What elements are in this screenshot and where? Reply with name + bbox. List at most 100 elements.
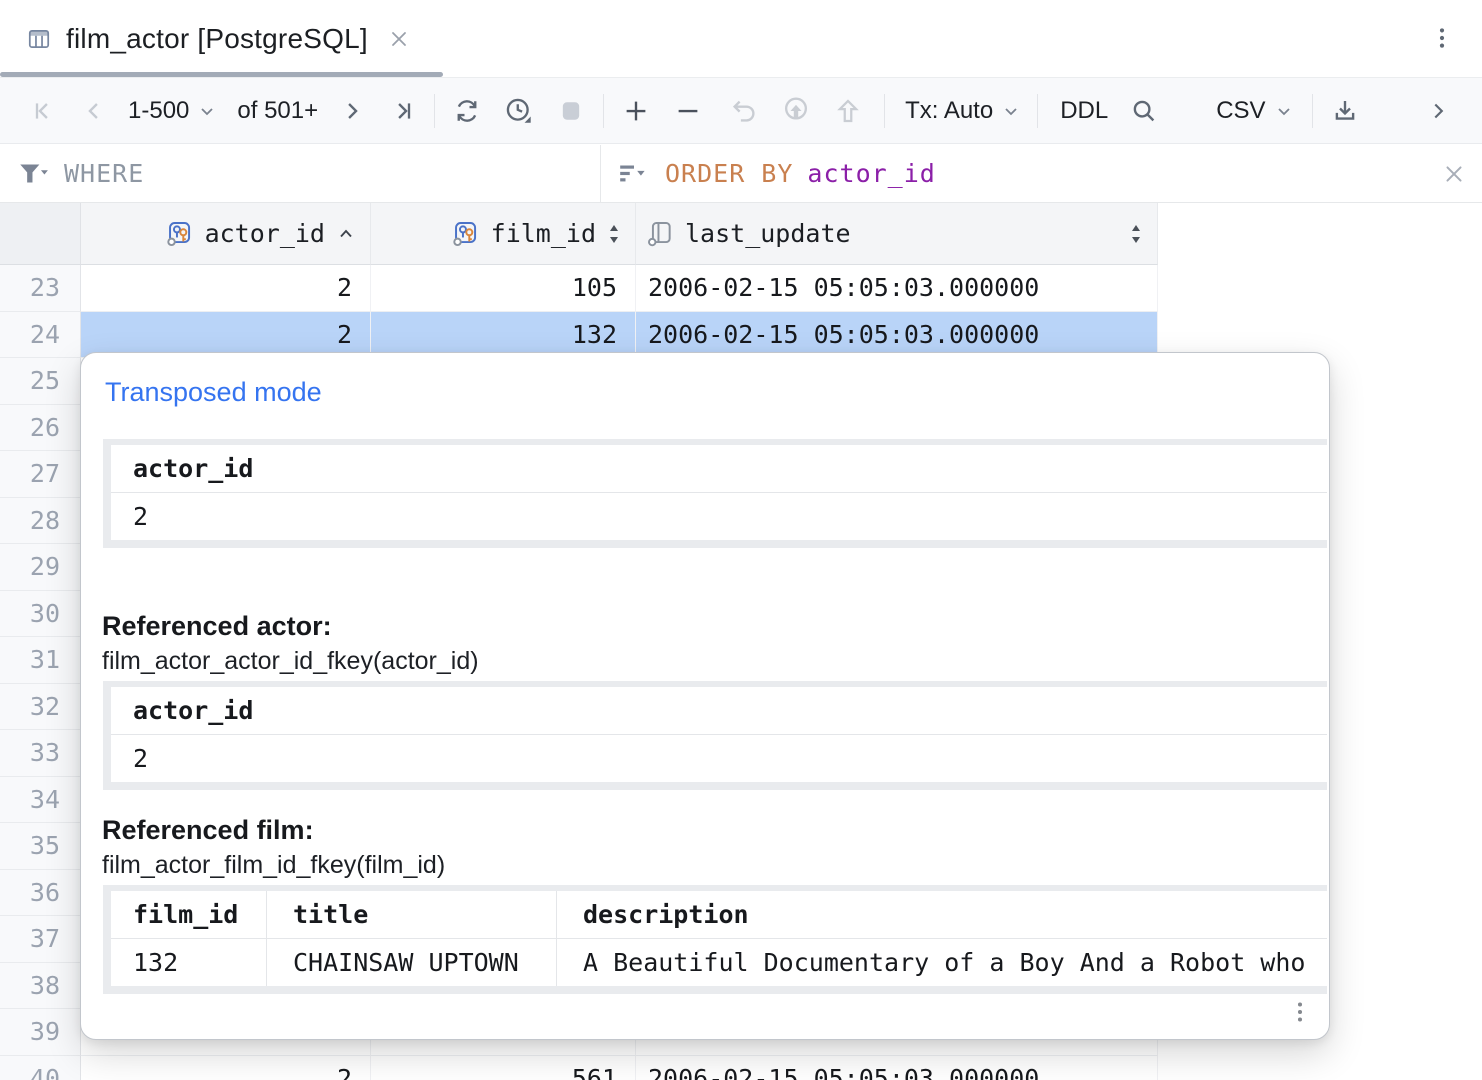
column-header-film-id[interactable]: film_id <box>371 203 636 265</box>
cell-film_id[interactable]: 561 <box>371 1056 636 1080</box>
referenced-actor-table: actor_id 2 <box>103 681 1327 790</box>
page-range-label: 1-500 <box>128 97 189 125</box>
row-number[interactable]: 34 <box>0 777 81 824</box>
toolbar-overflow-chevron-icon[interactable] <box>1418 91 1458 131</box>
record-preview-popup: Transposed mode actor_id 2 Referenced ac… <box>80 352 1330 1040</box>
referenced-actor-fkey: film_actor_actor_id_fkey(actor_id) <box>102 647 479 676</box>
popup-menu-kebab-icon[interactable] <box>1287 997 1313 1027</box>
referenced-film-title: Referenced film: <box>102 815 314 846</box>
tab-options-kebab-icon[interactable] <box>1428 24 1456 52</box>
stop-icon <box>551 91 591 131</box>
row-number[interactable]: 31 <box>0 637 81 684</box>
sort-lines-icon[interactable] <box>617 160 651 188</box>
gutter-header[interactable] <box>0 203 81 265</box>
toolbar-separator <box>884 94 885 128</box>
cell-last_update[interactable]: 2006-02-15 05:05:03.000000 <box>636 265 1158 312</box>
current-row-table: actor_id 2 <box>103 439 1327 548</box>
grid-toolbar: 1-500 of 501+ <box>0 78 1482 144</box>
transposed-mode-link[interactable]: Transposed mode <box>105 377 322 408</box>
order-by-input[interactable]: ORDER BY actor_id <box>601 145 1482 202</box>
toolbar-separator <box>1037 94 1038 128</box>
filter-funnel-icon[interactable] <box>16 160 50 188</box>
toolbar-separator <box>434 94 435 128</box>
chevron-down-icon <box>1274 101 1294 121</box>
row-number[interactable]: 30 <box>0 591 81 638</box>
sort-ascending-icon <box>334 222 358 246</box>
commit-up-arrow-icon <box>828 91 868 131</box>
refresh-icon[interactable] <box>447 91 487 131</box>
mini-column-header: actor_id <box>111 445 1327 492</box>
row-number[interactable]: 28 <box>0 498 81 545</box>
mini-cell-value[interactable]: 2 <box>111 493 1327 540</box>
cell-film_id[interactable]: 105 <box>371 265 636 312</box>
toolbar-separator <box>603 94 604 128</box>
download-icon[interactable] <box>1325 91 1365 131</box>
total-rows-label[interactable]: of 501+ <box>237 97 318 125</box>
row-number[interactable]: 26 <box>0 405 81 452</box>
mini-cell-value[interactable]: CHAINSAW UPTOWN <box>267 939 557 986</box>
last-page-icon[interactable] <box>382 91 422 131</box>
datagrip-data-editor: film_actor [PostgreSQL] 1-500 of 501+ <box>0 0 1482 1080</box>
where-placeholder: WHERE <box>64 159 144 188</box>
row-number[interactable]: 32 <box>0 684 81 731</box>
mini-column-header: title <box>267 891 557 938</box>
tab-title: film_actor [PostgreSQL] <box>66 23 368 55</box>
cell-actor_id[interactable]: 2 <box>81 265 371 312</box>
mini-cell-value[interactable]: 2 <box>111 735 1327 782</box>
sort-both-icon <box>1127 221 1145 247</box>
previous-page-icon[interactable] <box>74 91 114 131</box>
row-number[interactable]: 38 <box>0 963 81 1010</box>
next-page-icon[interactable] <box>332 91 372 131</box>
row-number[interactable]: 33 <box>0 730 81 777</box>
chevron-down-icon <box>197 101 217 121</box>
where-filter-input[interactable]: WHERE <box>0 145 601 202</box>
primary-foreign-key-icon <box>166 219 196 249</box>
column-icon <box>646 219 676 249</box>
column-name: actor_id <box>205 219 325 248</box>
active-tab-indicator <box>0 72 443 77</box>
filter-bar: WHERE ORDER BY actor_id <box>0 145 1482 203</box>
row-number[interactable]: 24 <box>0 312 81 359</box>
column-header-last-update[interactable]: last_update <box>636 203 1158 265</box>
export-format-label: CSV <box>1216 97 1265 125</box>
cell-actor_id[interactable]: 2 <box>81 1056 371 1080</box>
delete-row-icon[interactable] <box>668 91 708 131</box>
row-number[interactable]: 25 <box>0 358 81 405</box>
tx-mode-dropdown[interactable]: Tx: Auto <box>905 97 1021 125</box>
column-header-actor-id[interactable]: actor_id <box>81 203 371 265</box>
query-history-clock-icon[interactable] <box>499 91 539 131</box>
page-range-dropdown[interactable]: 1-500 <box>128 97 217 125</box>
tab-close-icon[interactable] <box>388 28 410 50</box>
submit-changes-icon <box>776 91 816 131</box>
revert-icon <box>724 91 764 131</box>
column-name: last_update <box>685 219 851 248</box>
column-name: film_id <box>491 219 596 248</box>
mini-column-header: film_id <box>111 891 267 938</box>
order-by-value: actor_id <box>807 159 935 188</box>
cell-last_update[interactable]: 2006-02-15 05:05:03.000000 <box>636 1056 1158 1080</box>
search-icon[interactable] <box>1124 91 1164 131</box>
row-number[interactable]: 23 <box>0 265 81 312</box>
ddl-button[interactable]: DDL <box>1060 97 1108 125</box>
first-page-icon[interactable] <box>24 91 64 131</box>
row-number[interactable]: 29 <box>0 544 81 591</box>
row-number[interactable]: 39 <box>0 1009 81 1056</box>
sort-both-icon <box>605 221 623 247</box>
row-number[interactable]: 36 <box>0 870 81 917</box>
mini-cell-value[interactable]: A Beautiful Documentary of a Boy And a R… <box>557 939 1327 986</box>
export-format-dropdown[interactable]: CSV <box>1216 97 1293 125</box>
toolbar-separator <box>1312 94 1313 128</box>
tx-mode-label: Tx: Auto <box>905 97 993 125</box>
row-number[interactable]: 37 <box>0 916 81 963</box>
table-row: 4025612006-02-15 05:05:03.000000 <box>0 1056 1482 1080</box>
row-number[interactable]: 40 <box>0 1056 81 1080</box>
tab-film-actor[interactable]: film_actor [PostgreSQL] <box>0 0 436 77</box>
close-filter-icon[interactable] <box>1442 162 1466 186</box>
row-number[interactable]: 35 <box>0 823 81 870</box>
add-row-icon[interactable] <box>616 91 656 131</box>
row-number[interactable]: 27 <box>0 451 81 498</box>
mini-cell-value[interactable]: 132 <box>111 939 267 986</box>
referenced-film-fkey: film_actor_film_id_fkey(film_id) <box>102 851 445 880</box>
table-row: 2321052006-02-15 05:05:03.000000 <box>0 265 1482 312</box>
mini-column-header: description <box>557 891 1327 938</box>
